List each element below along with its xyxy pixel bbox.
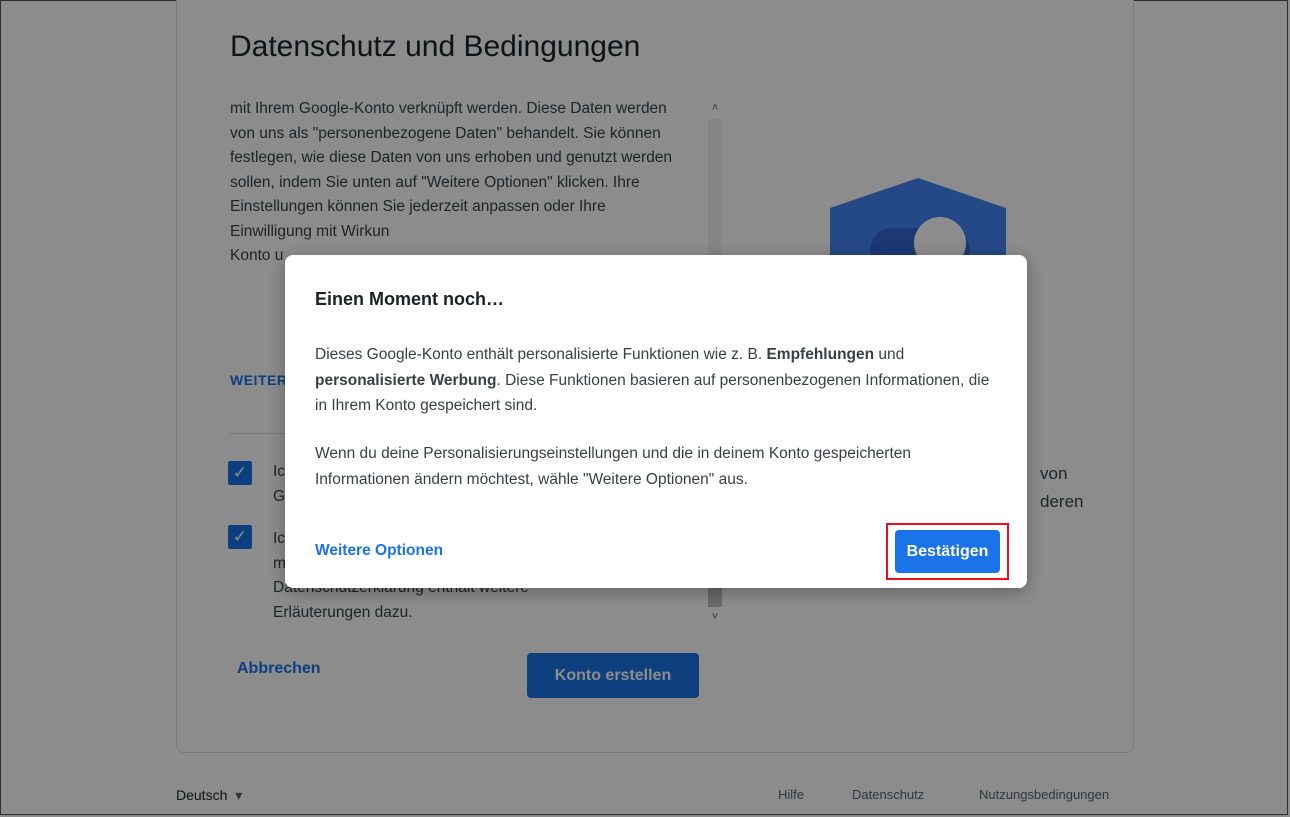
confirm-button[interactable]: Bestätigen: [895, 530, 1000, 573]
confirm-highlight: Bestätigen: [886, 523, 1009, 580]
dialog-paragraph-1: Dieses Google-Konto enthält personalisie…: [315, 346, 990, 414]
dialog-more-options-button[interactable]: Weitere Optionen: [315, 542, 443, 560]
confirm-dialog: Einen Moment noch… Dieses Google-Konto e…: [285, 255, 1027, 588]
dialog-paragraph-2: Wenn du deine Personalisierungseinstellu…: [315, 445, 912, 488]
dialog-title: Einen Moment noch…: [315, 289, 504, 309]
